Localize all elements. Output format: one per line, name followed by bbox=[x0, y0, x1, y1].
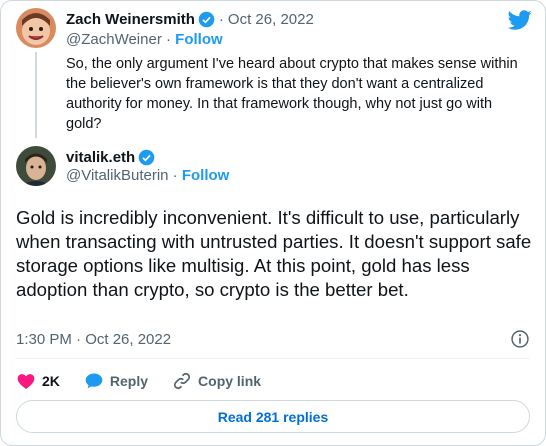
reply-button[interactable]: Reply bbox=[84, 371, 148, 391]
author-name[interactable]: vitalik.eth bbox=[66, 149, 135, 166]
read-replies-button[interactable]: Read 281 replies bbox=[16, 400, 530, 433]
follow-button[interactable]: Follow bbox=[182, 167, 230, 184]
tweet-text: Gold is incredibly inconvenient. It's di… bbox=[16, 207, 532, 300]
separator-dot: · bbox=[172, 167, 178, 184]
main-tweet-header: vitalik.eth bbox=[66, 147, 155, 167]
like-count: 2K bbox=[42, 373, 60, 389]
link-icon bbox=[173, 372, 191, 390]
info-icon[interactable] bbox=[510, 329, 530, 349]
like-button[interactable]: 2K bbox=[16, 371, 60, 391]
author-handle[interactable]: @ZachWeiner bbox=[66, 31, 162, 48]
copy-link-button[interactable]: Copy link bbox=[172, 371, 261, 391]
follow-button[interactable]: Follow bbox=[175, 31, 223, 48]
avatar[interactable] bbox=[16, 146, 56, 186]
verified-badge-icon bbox=[198, 11, 215, 27]
tweet-timestamp[interactable]: 1:30 PM · Oct 26, 2022 bbox=[16, 331, 171, 348]
reply-icon bbox=[85, 373, 103, 389]
copy-link-label: Copy link bbox=[198, 373, 262, 389]
avatar[interactable] bbox=[16, 8, 56, 48]
author-handle[interactable]: @VitalikButerin bbox=[66, 167, 169, 184]
divider bbox=[16, 358, 530, 359]
tweet-actions: 2K Reply Copy link bbox=[16, 371, 285, 391]
author-name[interactable]: Zach Weinersmith bbox=[66, 11, 195, 28]
quoted-tweet-text: So, the only argument I've heard about c… bbox=[66, 56, 518, 132]
quoted-tweet-header: Zach Weinersmith · Oct 26, 2022 bbox=[66, 9, 314, 29]
separator-dot: · bbox=[218, 10, 224, 28]
author-handle-row: @VitalikButerin · Follow bbox=[66, 167, 229, 184]
separator-dot: · bbox=[166, 31, 171, 48]
read-replies-label: Read 281 replies bbox=[217, 408, 329, 425]
tweet-date[interactable]: Oct 26, 2022 bbox=[228, 11, 314, 28]
twitter-bird-icon[interactable] bbox=[508, 8, 532, 32]
author-handle-row: @ZachWeiner · Follow bbox=[66, 31, 223, 48]
thread-line bbox=[35, 52, 37, 138]
heart-icon bbox=[17, 374, 35, 389]
reply-label: Reply bbox=[109, 373, 149, 389]
verified-badge-icon bbox=[138, 149, 155, 165]
